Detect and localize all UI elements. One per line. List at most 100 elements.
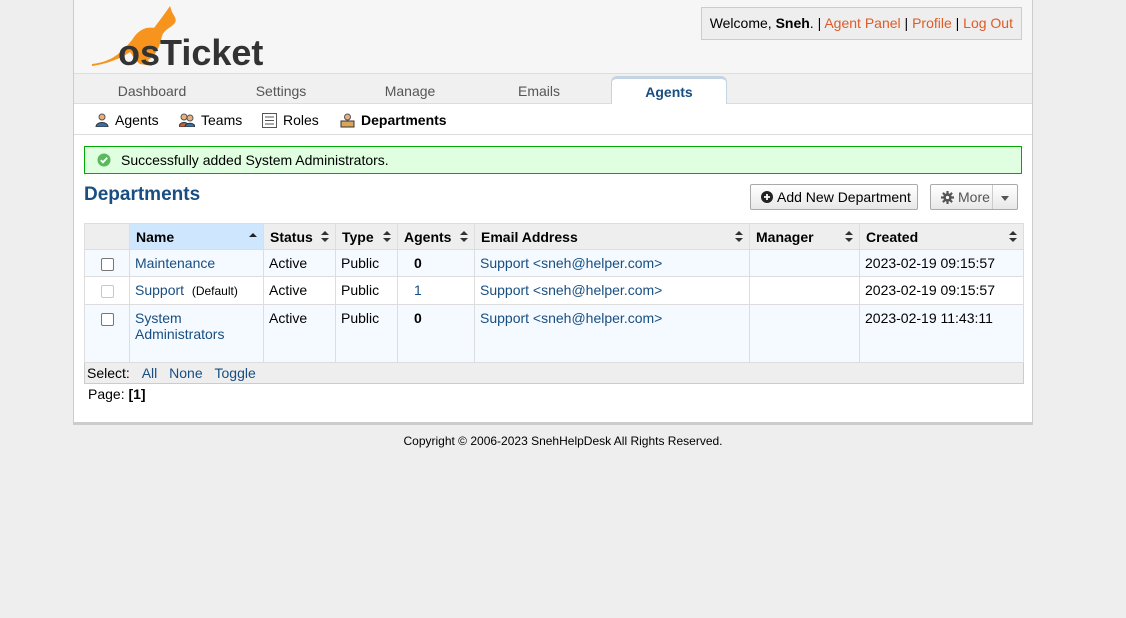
row-select-cell: [84, 276, 130, 305]
select-toggle-link[interactable]: Toggle: [215, 365, 256, 381]
page-title: Departments: [84, 184, 201, 205]
email-link[interactable]: Support <sneh@helper.com>: [480, 282, 662, 298]
sort-icon: [383, 231, 391, 242]
table-row: Maintenance Active Public 0 Support <sne…: [84, 249, 1024, 277]
tab-settings[interactable]: Settings: [217, 78, 345, 105]
column-header-status[interactable]: Status: [263, 223, 336, 250]
main-container: osTicket Welcome, Sneh. | Agent Panel | …: [73, 0, 1033, 425]
sub-nav: Agents Teams Roles Departments: [74, 104, 1032, 135]
manager-cell: [749, 304, 860, 363]
sort-asc-icon: [249, 233, 257, 237]
subnav-teams-label: Teams: [201, 112, 243, 128]
subnav-roles-label: Roles: [283, 112, 319, 128]
sort-icon: [1009, 231, 1017, 242]
separator: |: [813, 15, 825, 31]
status-cell: Active: [263, 304, 336, 363]
sort-icon: [460, 231, 468, 242]
column-label: Type: [342, 228, 374, 245]
gear-icon: [941, 190, 954, 204]
page-label: Page:: [88, 386, 125, 402]
column-header-created[interactable]: Created: [859, 223, 1024, 250]
column-label: Name: [136, 228, 175, 245]
main-nav: Dashboard Settings Manage Emails Agents: [74, 73, 1032, 104]
created-cell: 2023-02-19 09:15:57: [859, 276, 1024, 305]
select-all-link[interactable]: All: [142, 365, 158, 381]
row-select-cell: [84, 304, 130, 363]
subnav-departments-label: Departments: [361, 112, 447, 128]
add-department-label: Add New Department: [777, 189, 911, 205]
subnav-agents-label: Agents: [115, 112, 159, 128]
select-label: Select:: [87, 365, 130, 381]
chevron-down-icon: [1001, 196, 1009, 201]
row-checkbox-disabled: [100, 284, 114, 298]
sort-icon: [735, 231, 743, 242]
subnav-agents[interactable]: Agents: [95, 111, 159, 129]
tab-dashboard[interactable]: Dashboard: [88, 78, 216, 105]
row-checkbox[interactable]: [100, 312, 114, 326]
select-column-header: [84, 223, 130, 250]
current-page: [1]: [128, 386, 146, 402]
name-line: Administrators: [135, 326, 225, 342]
success-message-text: Successfully added System Administrators…: [121, 152, 389, 168]
created-cell: 2023-02-19 09:15:57: [859, 249, 1024, 277]
type-cell: Public: [335, 304, 398, 363]
column-header-email[interactable]: Email Address: [474, 223, 750, 250]
agents-count-cell: 0: [397, 249, 475, 277]
column-header-manager[interactable]: Manager: [749, 223, 860, 250]
check-circle-icon: [97, 153, 111, 167]
tab-manage[interactable]: Manage: [346, 78, 474, 105]
department-name-link[interactable]: Maintenance: [135, 255, 215, 271]
row-select-cell: [84, 249, 130, 277]
more-button[interactable]: More: [930, 184, 1018, 210]
sort-icon: [845, 231, 853, 242]
plus-circle-icon: [761, 191, 773, 203]
success-message: Successfully added System Administrators…: [84, 146, 1022, 174]
footer-copyright: Copyright © 2006-2023 SnehHelpDesk All R…: [403, 434, 723, 448]
select-bar: Select: All None Toggle: [84, 362, 1024, 384]
email-link[interactable]: Support <sneh@helper.com>: [480, 310, 662, 326]
email-link[interactable]: Support <sneh@helper.com>: [480, 255, 662, 271]
column-header-agents[interactable]: Agents: [397, 223, 475, 250]
agents-count-link[interactable]: 1: [397, 276, 475, 305]
column-header-name[interactable]: Name: [129, 223, 264, 250]
logo-text: osTicket: [118, 32, 263, 70]
subnav-teams[interactable]: Teams: [179, 111, 242, 129]
agents-count-cell: 0: [397, 304, 475, 363]
type-cell: Public: [335, 276, 398, 305]
team-icon: [179, 113, 195, 127]
agent-panel-link[interactable]: Agent Panel: [824, 15, 900, 31]
welcome-prefix: Welcome,: [709, 15, 776, 31]
separator: |: [951, 15, 964, 31]
separator: |: [900, 15, 913, 31]
more-label: More: [958, 189, 990, 205]
column-header-type[interactable]: Type: [335, 223, 398, 250]
name-line: System: [135, 310, 182, 326]
column-label: Agents: [404, 228, 452, 245]
column-label: Email Address: [481, 228, 578, 245]
header: osTicket Welcome, Sneh. | Agent Panel | …: [74, 0, 1032, 73]
sort-icon: [321, 231, 329, 242]
tab-agents[interactable]: Agents: [611, 76, 727, 104]
status-cell: Active: [263, 249, 336, 277]
ostickets-logo[interactable]: osTicket: [82, 2, 282, 73]
manager-cell: [749, 276, 860, 305]
departments-table: Name Status Type Agents Email Address Ma…: [84, 223, 1024, 384]
status-cell: Active: [263, 276, 336, 305]
profile-link[interactable]: Profile: [912, 15, 952, 31]
column-label: Manager: [756, 228, 814, 245]
select-none-link[interactable]: None: [169, 365, 202, 381]
row-checkbox[interactable]: [100, 257, 114, 271]
add-department-button[interactable]: Add New Department: [750, 184, 918, 210]
logout-link[interactable]: Log Out: [963, 15, 1013, 31]
more-divider: [992, 185, 993, 209]
department-name-link[interactable]: Support: [135, 282, 184, 298]
department-name-link[interactable]: System Administrators: [135, 305, 258, 342]
department-icon: [340, 113, 355, 127]
manager-cell: [749, 249, 860, 277]
subnav-departments[interactable]: Departments: [340, 111, 447, 129]
username: Sneh: [775, 15, 810, 31]
tab-emails[interactable]: Emails: [475, 78, 603, 105]
created-cell: 2023-02-19 11:43:11: [859, 304, 1024, 363]
subnav-roles[interactable]: Roles: [262, 111, 319, 129]
roles-icon: [262, 112, 277, 128]
